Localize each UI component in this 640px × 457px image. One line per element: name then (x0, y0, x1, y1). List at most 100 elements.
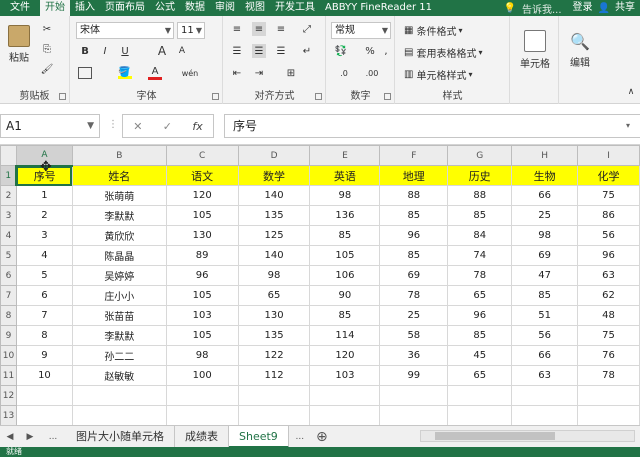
cell-c11[interactable]: 100 (165, 365, 239, 386)
cell-d3[interactable]: 135 (237, 205, 311, 226)
sheet-more-left[interactable]: ... (40, 432, 66, 442)
cell-e11[interactable]: 103 (309, 365, 381, 386)
cell-e13[interactable] (309, 405, 381, 425)
tab-home[interactable]: 开始 (40, 0, 70, 16)
row-header[interactable]: 13 (0, 405, 17, 425)
prev-sheet-icon[interactable]: ◀ (0, 432, 20, 442)
alignment-launcher-icon[interactable] (315, 93, 322, 100)
align-right-icon[interactable]: ☰ (274, 44, 288, 58)
cut-icon[interactable]: ✂ (40, 22, 54, 36)
cell-i7[interactable]: 62 (577, 285, 640, 306)
cell-h11[interactable]: 63 (511, 365, 579, 386)
cell-a13[interactable] (15, 405, 73, 425)
fill-color-icon[interactable]: 🪣 (118, 66, 132, 80)
row-header[interactable]: 10 (0, 345, 17, 366)
col-header-i[interactable]: I (577, 145, 640, 166)
cell-e4[interactable]: 85 (309, 225, 381, 246)
tab-abbyy[interactable]: ABBYY FineReader 11 (320, 0, 437, 16)
cell-f13[interactable] (379, 405, 449, 425)
cell-c2[interactable]: 120 (165, 185, 239, 206)
cell-b13[interactable] (71, 405, 167, 425)
cell-h3[interactable]: 25 (511, 205, 579, 226)
cell-c10[interactable]: 98 (165, 345, 239, 366)
cell-g3[interactable]: 85 (447, 205, 513, 226)
cell-i2[interactable]: 75 (577, 185, 640, 206)
cell-f1[interactable]: 地理 (379, 165, 449, 186)
cell-a12[interactable] (15, 385, 73, 406)
currency-icon[interactable]: 💱 (333, 44, 349, 58)
cell-h2[interactable]: 66 (511, 185, 579, 206)
cell-f11[interactable]: 99 (379, 365, 449, 386)
number-launcher-icon[interactable] (384, 93, 391, 100)
tab-view[interactable]: 视图 (240, 0, 270, 16)
format-as-table-button[interactable]: ▤ 套用表格格式 ▾ (404, 44, 482, 60)
cell-g11[interactable]: 65 (447, 365, 513, 386)
horizontal-scrollbar[interactable] (420, 430, 635, 442)
add-sheet-icon[interactable]: ⊕ (311, 429, 333, 445)
orientation-icon[interactable]: ⤢ (300, 22, 314, 36)
cell-i1[interactable]: 化学 (577, 165, 640, 186)
merge-center-icon[interactable]: ⊞ (284, 66, 298, 80)
cell-c12[interactable] (165, 385, 239, 406)
cell-b9[interactable]: 李默默 (71, 325, 167, 346)
select-all-corner[interactable] (0, 145, 17, 166)
cancel-icon[interactable]: ✕ (133, 120, 142, 133)
clipboard-launcher-icon[interactable] (59, 93, 66, 100)
row-header[interactable]: 8 (0, 305, 17, 326)
cells-button[interactable]: 单元格 (517, 22, 553, 78)
cell-g4[interactable]: 84 (447, 225, 513, 246)
cell-g7[interactable]: 65 (447, 285, 513, 306)
cell-d4[interactable]: 125 (237, 225, 311, 246)
sheet-tab-sheet9[interactable]: Sheet9 (229, 425, 289, 448)
cell-e9[interactable]: 114 (309, 325, 381, 346)
col-header-b[interactable]: B (71, 145, 167, 166)
col-header-c[interactable]: C (165, 145, 239, 166)
align-middle-icon[interactable]: ≡ (252, 22, 266, 36)
cell-g13[interactable] (447, 405, 513, 425)
cell-i10[interactable]: 76 (577, 345, 640, 366)
cell-d6[interactable]: 98 (237, 265, 311, 286)
cell-e8[interactable]: 85 (309, 305, 381, 326)
cell-i5[interactable]: 96 (577, 245, 640, 266)
cell-a10[interactable]: 9 (15, 345, 73, 366)
cell-e10[interactable]: 120 (309, 345, 381, 366)
cell-f8[interactable]: 25 (379, 305, 449, 326)
cell-f9[interactable]: 58 (379, 325, 449, 346)
cell-a7[interactable]: 6 (15, 285, 73, 306)
name-box[interactable]: A1 ▼ (0, 114, 100, 138)
cell-b1[interactable]: 姓名 (71, 165, 167, 186)
cell-a4[interactable]: 3 (15, 225, 73, 246)
phonetic-button[interactable]: wén (181, 66, 199, 80)
cell-b3[interactable]: 李默默 (71, 205, 167, 226)
cell-i6[interactable]: 63 (577, 265, 640, 286)
cell-g8[interactable]: 96 (447, 305, 513, 326)
tab-data[interactable]: 数据 (180, 0, 210, 16)
cell-b5[interactable]: 陈晶晶 (71, 245, 167, 266)
cell-h6[interactable]: 47 (511, 265, 579, 286)
cell-g5[interactable]: 74 (447, 245, 513, 266)
font-color-button[interactable]: A (148, 66, 162, 80)
tab-developer[interactable]: 开发工具 (270, 0, 320, 16)
cell-b6[interactable]: 吴婷婷 (71, 265, 167, 286)
row-header[interactable]: 5 (0, 245, 17, 266)
cell-f3[interactable]: 85 (379, 205, 449, 226)
cell-h12[interactable] (511, 385, 579, 406)
cell-h5[interactable]: 69 (511, 245, 579, 266)
align-center-icon[interactable]: ☰ (252, 44, 266, 58)
cell-e3[interactable]: 136 (309, 205, 381, 226)
cell-styles-button[interactable]: ▥ 单元格样式 ▾ (404, 66, 472, 82)
cell-a8[interactable]: 7 (15, 305, 73, 326)
cell-g6[interactable]: 78 (447, 265, 513, 286)
font-launcher-icon[interactable] (212, 93, 219, 100)
paste-button[interactable]: 粘贴 (4, 22, 34, 66)
cell-g2[interactable]: 88 (447, 185, 513, 206)
cell-e1[interactable]: 英语 (309, 165, 381, 186)
font-name-select[interactable]: 宋体 ▼ (76, 22, 174, 39)
cell-h4[interactable]: 98 (511, 225, 579, 246)
increase-indent-icon[interactable]: ⇥ (252, 66, 266, 80)
tab-page-layout[interactable]: 页面布局 (100, 0, 150, 16)
sheet-tab-image-size[interactable]: 图片大小随单元格 (66, 425, 175, 448)
cell-d11[interactable]: 112 (237, 365, 311, 386)
formula-input[interactable]: 序号 (224, 114, 640, 138)
cell-c9[interactable]: 105 (165, 325, 239, 346)
